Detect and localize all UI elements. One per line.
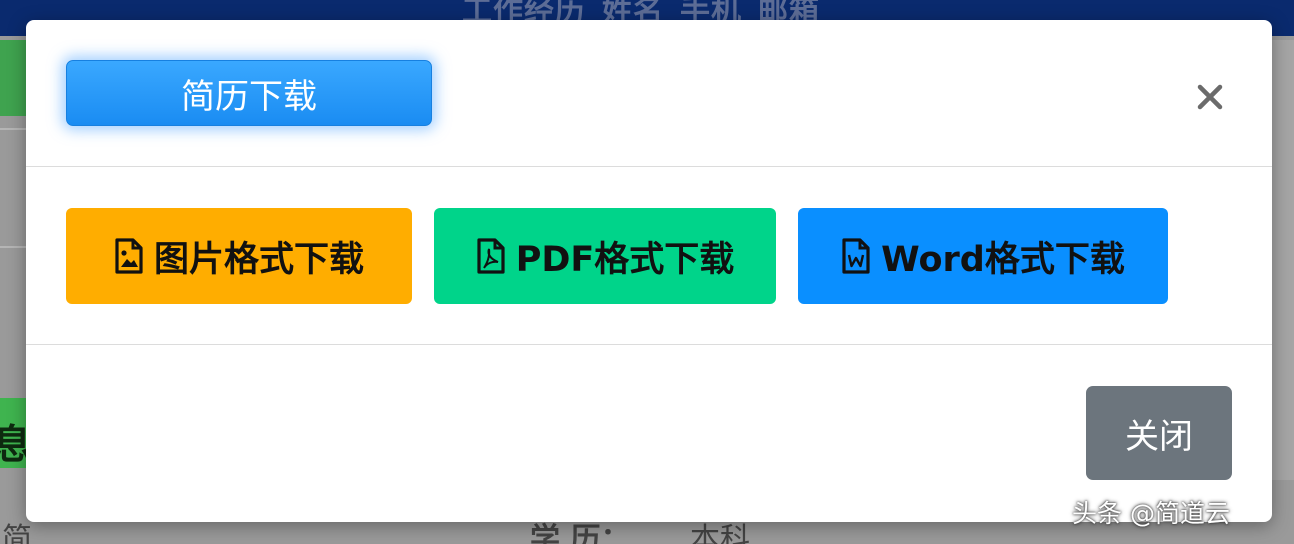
close-x-glyph xyxy=(1197,84,1223,110)
file-image-icon xyxy=(115,238,143,274)
background-divider xyxy=(0,128,26,130)
background-right-strip xyxy=(1272,40,1294,480)
image-download-label: 图片格式下载 xyxy=(153,239,364,280)
pdf-download-button[interactable]: PDF格式下载 xyxy=(434,208,776,304)
watermark: 头条 @简道云 xyxy=(1072,499,1230,528)
close-icon[interactable] xyxy=(1188,75,1232,119)
file-pdf-icon xyxy=(477,238,505,274)
close-button[interactable]: 关闭 xyxy=(1086,386,1232,480)
dialog-header: 简历下载 xyxy=(26,20,1272,166)
file-word-icon xyxy=(842,238,870,274)
background-divider xyxy=(0,246,26,248)
resume-download-dialog: 简历下载 图片格式下载 PDF格式下载 Word格式下载 关闭 xyxy=(26,20,1272,522)
header-divider xyxy=(26,166,1272,167)
word-download-label: Word格式下载 xyxy=(881,239,1125,280)
dialog-title: 简历下载 xyxy=(66,60,432,126)
footer-divider xyxy=(26,344,1272,345)
image-download-button[interactable]: 图片格式下载 xyxy=(66,208,412,304)
pdf-download-label: PDF格式下载 xyxy=(515,239,735,280)
background-left-tag xyxy=(0,40,26,116)
word-download-button[interactable]: Word格式下载 xyxy=(798,208,1168,304)
